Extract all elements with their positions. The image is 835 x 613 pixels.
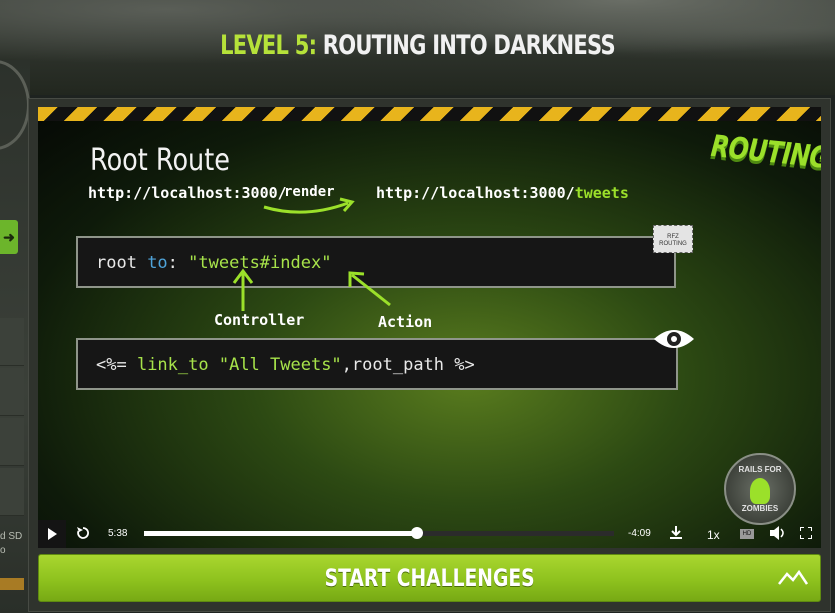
skull-icon [750,478,770,504]
url-to: http://localhost:3000/tweets [376,184,629,202]
rfz-stamp: RFZ ROUTING [653,225,693,253]
render-arrow-icon [263,197,355,214]
code-link-string: "All Tweets" [218,355,342,375]
quality-sub: o [0,545,6,556]
url-from: http://localhost:3000/ [88,184,287,202]
progress-handle[interactable] [410,527,423,539]
code-root-keyword: root [96,253,148,273]
start-challenges-label: START CHALLENGES [324,564,535,592]
side-panel-item[interactable] [0,368,24,416]
remaining-time: -4:09 [628,528,651,539]
action-label: Action [378,313,433,331]
side-accent-bar [0,578,24,590]
play-icon [48,528,57,540]
code-block-link: <%= link_to "All Tweets",root_path %> [76,338,678,390]
side-panel-item[interactable] [0,468,24,516]
url-to-base: http://localhost:3000/ [376,184,575,202]
fullscreen-icon [800,527,812,539]
slide-title: Root Route [90,143,230,178]
progress-fill [144,531,417,536]
code-method: link_to [136,355,219,375]
side-quality-label: d SD o [0,530,30,558]
replay-icon [77,527,89,539]
code-erb-open: <%= [96,355,137,375]
code-link-rest: ,root_path %> [341,355,475,375]
eye-icon [654,330,694,348]
player-controls: 5:38 -4:09 1x HD [38,520,821,548]
code-colon: : [167,253,189,273]
level-name: ROUTING INTO DARKNESS [322,30,616,61]
code-to-keyword: to [147,253,168,273]
rails-for-zombies-badge: RAILS FOR ZOMBIES [724,453,796,525]
volume-icon [770,526,784,540]
play-button[interactable] [38,520,66,548]
level-number: LEVEL 5: [220,30,317,61]
action-arrow-icon [348,271,391,307]
controller-arrow-icon [232,268,254,311]
download-icon [670,526,682,539]
badge-sub: ZOMBIES [741,504,779,513]
fullscreen-button[interactable] [800,527,812,539]
level-title: LEVEL 5: ROUTING INTO DARKNESS [92,30,743,61]
side-panel-item[interactable] [0,418,24,466]
side-panel-item[interactable] [0,318,24,366]
mountain-icon [778,569,808,585]
quality-text: d SD [0,531,23,542]
routing-logo: ROUTING [709,128,821,177]
volume-button[interactable] [770,526,786,540]
current-time: 5:38 [108,528,128,539]
replay-button[interactable] [76,526,90,540]
hd-icon[interactable]: HD [740,529,754,539]
video-slide[interactable]: Root Route ROUTING http://localhost:3000… [38,121,821,548]
controller-label: Controller [214,311,305,329]
badge-text: RAILS FOR [738,465,782,474]
code-line-link: <%= link_to "All Tweets",root_path %> [96,355,475,375]
code-line-root: root to: "tweets#index" [96,253,331,273]
download-button[interactable] [670,526,682,540]
code-route-string: "tweets#index" [188,253,332,273]
url-to-path: tweets [574,184,629,202]
playback-speed[interactable]: 1x [707,528,720,542]
hazard-stripe [38,107,821,121]
start-challenges-button[interactable]: START CHALLENGES [38,554,821,602]
side-next-button[interactable]: ➜ [0,220,18,254]
progress-bar[interactable] [144,527,614,539]
